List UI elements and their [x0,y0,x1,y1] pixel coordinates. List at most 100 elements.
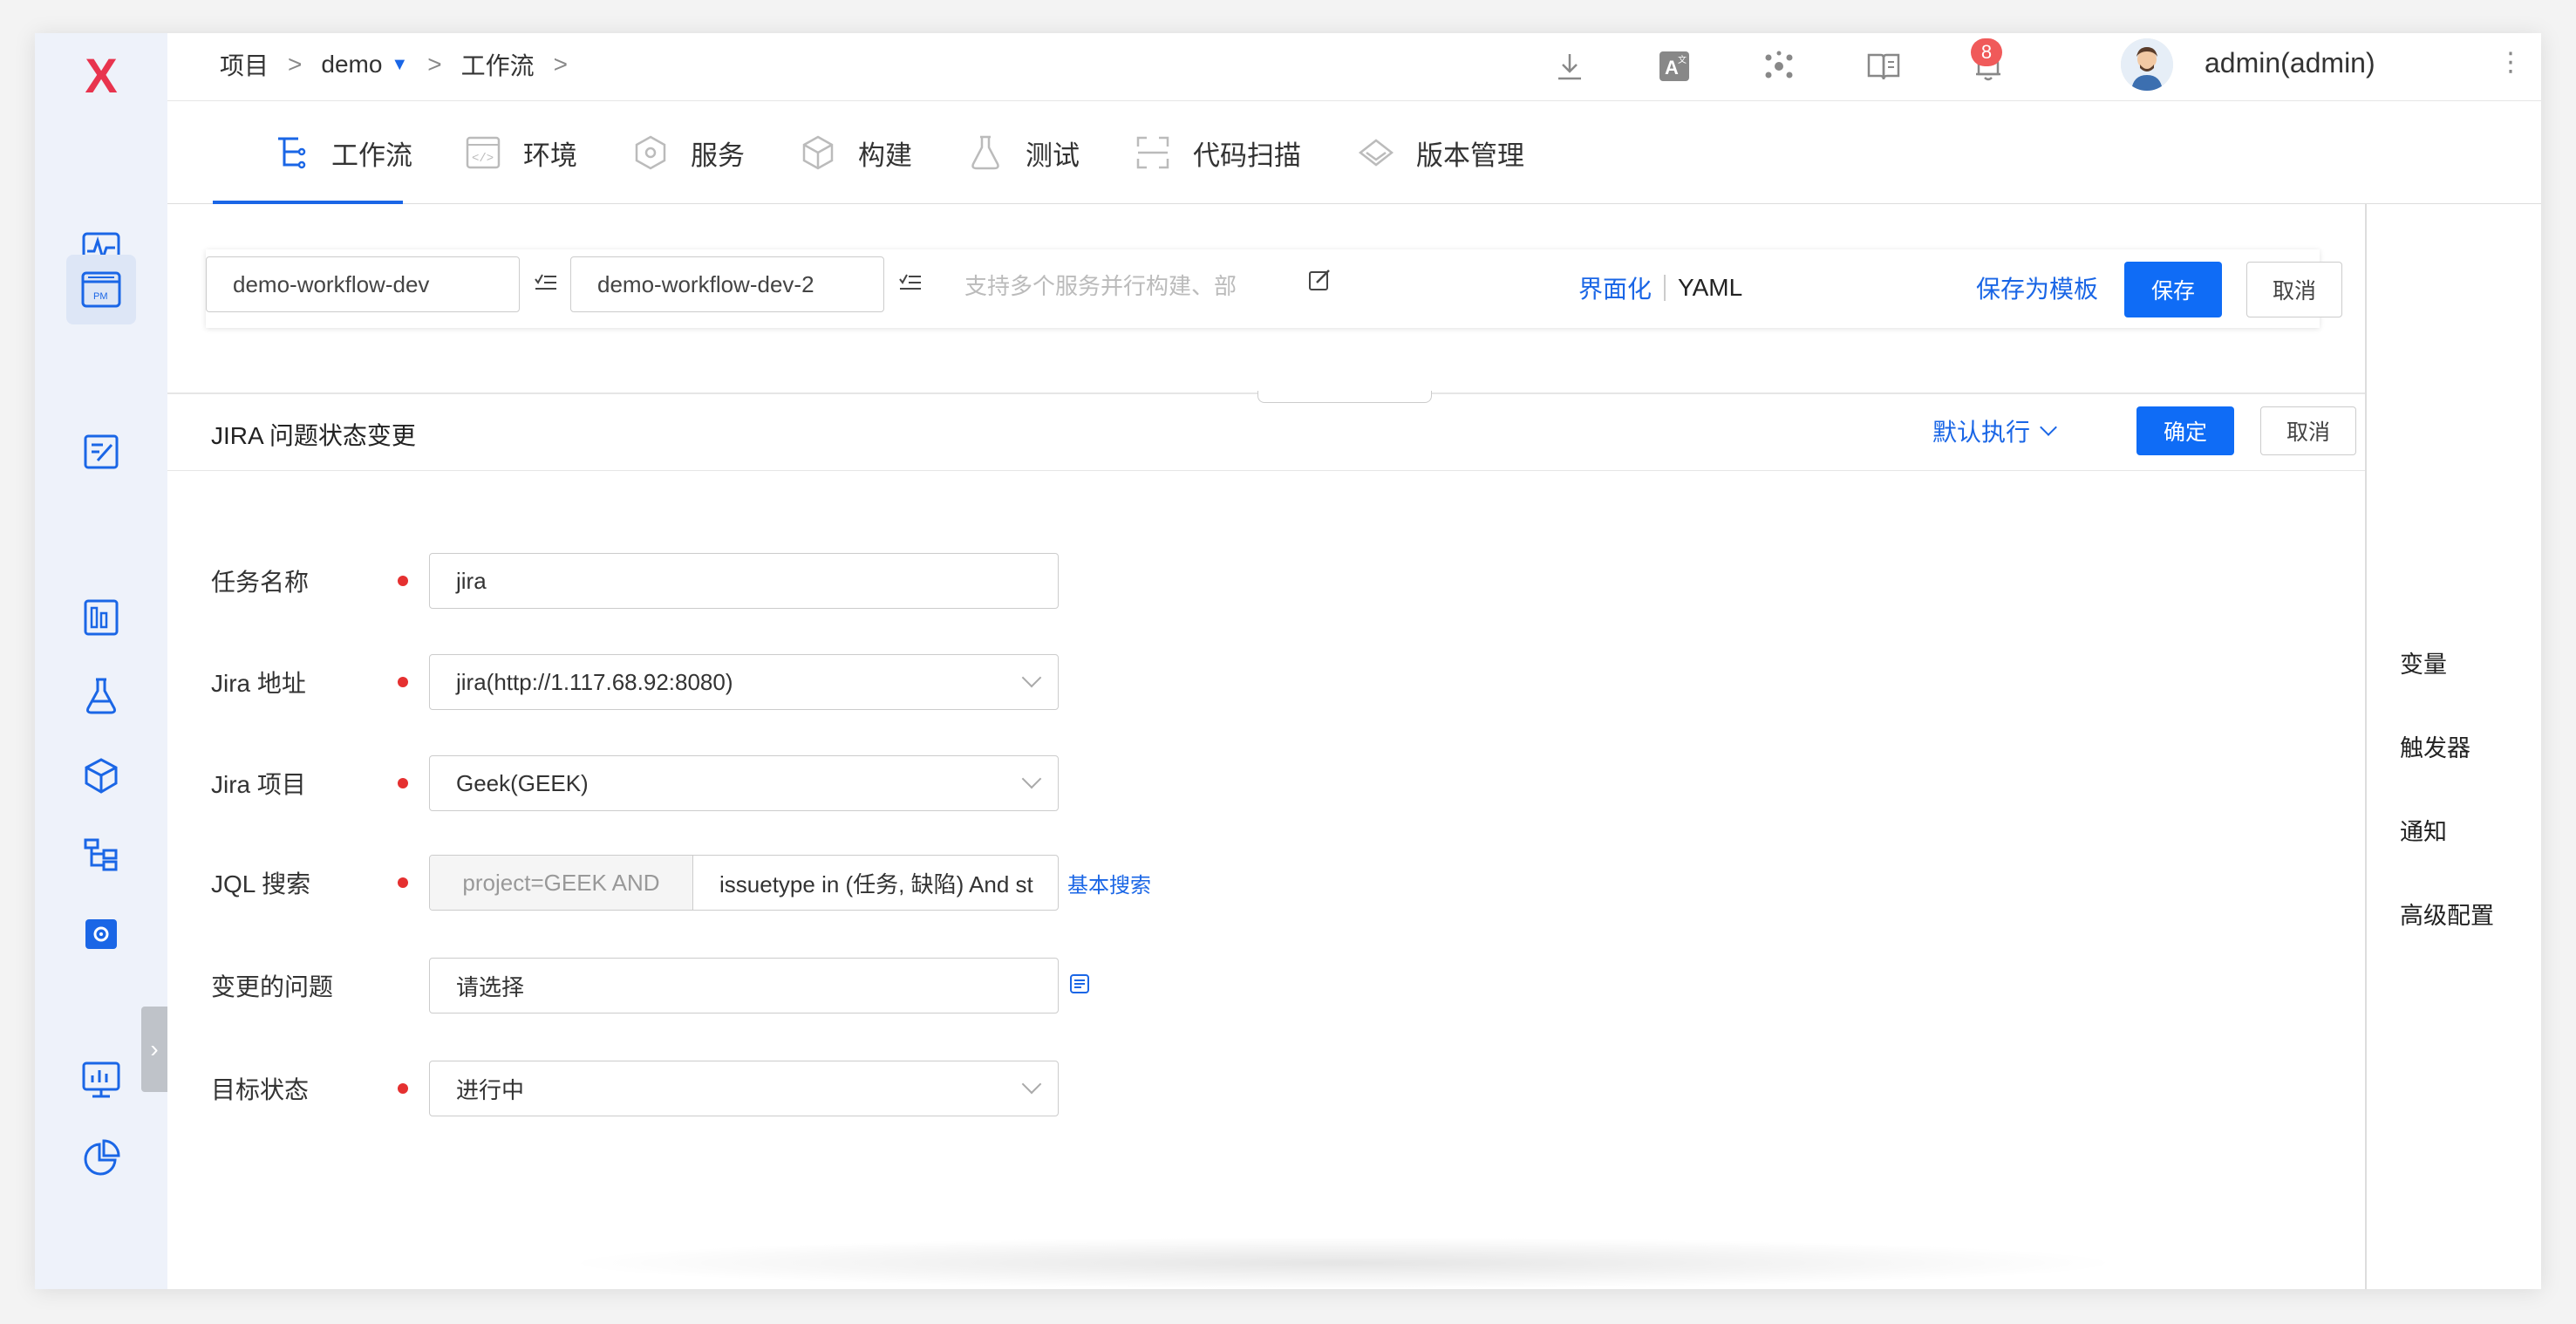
chevron-down-icon [1021,1074,1042,1095]
mode-yaml-button[interactable]: YAML [1678,274,1742,302]
svg-text:A: A [1665,57,1679,78]
edit-icon[interactable] [1308,269,1331,297]
workflow-header-bar: demo-workflow-dev demo-workflow-dev-2 支持… [206,249,2342,328]
tab-code-scan[interactable]: 代码扫描 [1134,127,1301,178]
breadcrumb-separator: > [427,51,442,78]
tab-label: 工作流 [331,140,412,171]
cancel-button[interactable]: 取消 [2246,262,2342,317]
tab-label: 测试 [1026,140,1080,171]
field-label: 任务名称 [211,569,310,596]
task-name-input[interactable]: jira [429,553,1059,609]
tab-label: 环境 [523,140,577,171]
tab-label: 版本管理 [1416,140,1524,171]
build-icon [799,133,837,172]
panel-item-triggers[interactable]: 触发器 [2400,729,2470,763]
settings-icon[interactable] [66,898,136,968]
svg-text:文: 文 [1678,54,1687,65]
tab-environment[interactable]: </> 环境 [464,127,577,178]
form-row-target-status: 目标状态 进行中 [211,1061,1059,1116]
tree-icon[interactable] [66,820,136,890]
active-tab-indicator [213,201,403,204]
field-label: Jira 项目 [211,771,306,798]
bottom-shadow [558,1237,2128,1289]
panel-item-notifications[interactable]: 通知 [2400,813,2447,847]
workflow-display-name-input[interactable]: demo-workflow-dev-2 [570,256,884,312]
check-list-icon[interactable] [898,272,923,299]
chart-screen-icon[interactable] [66,1045,136,1115]
chevron-down-icon [2040,419,2057,436]
save-as-template-button[interactable]: 保存为模板 [1976,270,2098,305]
avatar[interactable] [2121,38,2173,91]
caret-down-icon[interactable]: ▼ [391,55,408,75]
required-marker [398,576,408,586]
divider [1664,275,1666,301]
tab-label: 代码扫描 [1193,140,1301,171]
issues-select[interactable]: 请选择 [429,958,1059,1013]
svg-text:</>: </> [472,152,494,166]
breadcrumb: 项目 > demo ▼ > 工作流 > [220,47,587,82]
panel-item-variables[interactable]: 变量 [2400,645,2447,679]
workflow-description-input[interactable]: 支持多个服务并行构建、部 [938,256,1287,312]
exec-mode-dropdown[interactable]: 默认执行 [1932,413,2057,448]
user-name[interactable]: admin(admin) [2205,47,2375,79]
target-status-select[interactable]: 进行中 [429,1061,1059,1116]
select-value: jira(http://1.117.68.92:8080) [456,668,733,695]
sheet-cancel-button[interactable]: 取消 [2260,406,2356,455]
app-logo[interactable]: X [75,48,127,103]
tab-label: 服务 [691,140,745,171]
tab-workflow[interactable]: 工作流 [272,127,412,178]
app-window: X PM › 项目 > demo ▼ > 工作流 > A 文 8 admin(a… [35,33,2541,1289]
config-side-panel: 变量 触发器 通知 高级配置 [2365,204,2541,1289]
breadcrumb-project[interactable]: 项目 [220,47,269,82]
jql-input[interactable]: project=GEEK AND issuetype in (任务, 缺陷) A… [429,855,1059,911]
tab-test[interactable]: 测试 [966,127,1080,178]
download-icon[interactable] [1549,45,1591,87]
package-icon[interactable] [66,741,136,811]
mode-ui-button[interactable]: 界面化 [1578,270,1652,305]
sidebar-collapse-toggle[interactable]: › [141,1007,167,1092]
tab-service[interactable]: 服务 [631,127,745,178]
select-value: Geek(GEEK) [456,769,589,796]
field-label: JQL 搜索 [211,870,311,897]
field-label: Jira 地址 [211,670,306,697]
save-button[interactable]: 保存 [2124,262,2222,317]
tab-build[interactable]: 构建 [799,127,912,178]
pie-chart-icon[interactable] [66,1123,136,1193]
tab-version[interactable]: 版本管理 [1357,127,1524,178]
cluster-icon[interactable] [1758,45,1800,87]
more-menu-icon[interactable]: ⋮ [2498,47,2524,78]
book-icon[interactable] [1863,45,1905,87]
form-row-issues: 变更的问题 请选择 [211,958,1090,1013]
confirm-button[interactable]: 确定 [2136,406,2234,455]
required-marker [398,677,408,687]
chevron-down-icon [1021,768,1042,789]
workflow-name-input[interactable]: demo-workflow-dev [206,256,520,312]
jira-project-select[interactable]: Geek(GEEK) [429,755,1059,811]
notification-badge: 8 [1971,38,2002,66]
workflow-icon [272,133,310,172]
jql-value[interactable]: issuetype in (任务, 缺陷) And st [693,867,1058,899]
module-tabs: 工作流 </> 环境 服务 构建 测试 代码扫描 版本管理 [167,101,2541,204]
code-env-icon: </> [464,133,502,172]
select-value: 进行中 [456,1076,525,1103]
list-detail-icon[interactable] [1069,973,1090,999]
dashboard-icon[interactable] [66,583,136,652]
flask-icon[interactable] [66,661,136,731]
pm-icon[interactable]: PM [66,255,136,324]
edit-doc-icon[interactable] [66,417,136,487]
basic-search-link[interactable]: 基本搜索 [1067,868,1151,898]
sheet-title: JIRA 问题状态变更 [211,422,416,449]
panel-item-advanced[interactable]: 高级配置 [2400,897,2494,931]
sheet-header: JIRA 问题状态变更 默认执行 确定 取消 [167,394,2365,471]
breadcrumb-demo[interactable]: demo [321,51,382,78]
scan-icon [1134,133,1172,172]
test-icon [966,133,1005,172]
check-list-icon[interactable] [534,272,558,299]
view-mode-switch: 界面化 YAML [1578,270,1742,305]
tab-label: 构建 [858,140,912,171]
translate-icon[interactable]: A文 [1653,45,1695,87]
breadcrumb-workflow[interactable]: 工作流 [461,47,535,82]
field-label: 目标状态 [211,1076,310,1103]
jira-address-select[interactable]: jira(http://1.117.68.92:8080) [429,654,1059,710]
sidebar: X PM › [35,33,167,1289]
